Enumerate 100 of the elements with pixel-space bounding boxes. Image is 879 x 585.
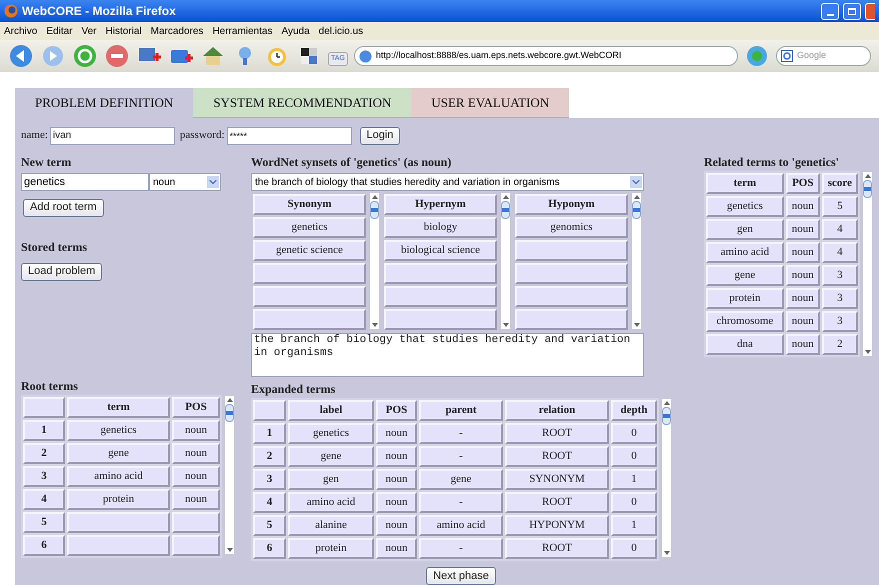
table-cell: ROOT [505, 446, 609, 467]
table-cell: ROOT [505, 423, 609, 444]
scrollbar[interactable] [661, 398, 672, 558]
minimize-button[interactable] [821, 2, 839, 20]
row-number: 4 [253, 492, 286, 513]
table-cell: genetics [706, 196, 784, 217]
tab[interactable]: PROBLEM DEFINITION [15, 88, 194, 118]
table-cell: HYPONYM [505, 515, 609, 536]
table-cell: biological science [384, 240, 497, 261]
column-header[interactable]: label [288, 400, 374, 421]
column-header[interactable]: parent [419, 400, 503, 421]
row-number: 6 [23, 535, 65, 556]
scrollbar[interactable] [631, 192, 642, 330]
table-cell: 5 [822, 196, 858, 217]
table-cell: 0 [611, 446, 657, 467]
load-problem-button[interactable]: Load problem [21, 262, 102, 280]
table-cell: gen [288, 469, 374, 490]
scrollbar[interactable] [224, 395, 235, 555]
table-cell: 3 [822, 288, 858, 309]
scrollbar[interactable] [369, 192, 380, 330]
menu-item[interactable]: Ver [81, 24, 96, 38]
stop-button[interactable] [104, 43, 130, 69]
table-cell: noun [376, 515, 417, 536]
column-header[interactable]: score [822, 173, 858, 194]
dropdown-icon [630, 176, 642, 188]
table-cell: 3 [822, 265, 858, 286]
section-title: Expanded terms [251, 381, 336, 398]
column-header[interactable]: Hyponym [515, 194, 628, 215]
column-header[interactable]: depth [611, 400, 657, 421]
menu-item[interactable]: Archivo [4, 24, 38, 38]
table-cell: ROOT [505, 538, 609, 559]
scrollbar[interactable] [862, 171, 873, 357]
column-header[interactable]: Synonym [253, 194, 366, 215]
back-button[interactable] [8, 43, 34, 69]
address-field[interactable]: http://localhost:8888/es.uam.eps.nets.webcore.gwt.WebCORI [354, 46, 738, 66]
column-header[interactable]: Hypernym [384, 194, 497, 215]
table-cell: 3 [822, 311, 858, 332]
table-cell: amino acid [288, 492, 374, 513]
browser-logo-icon [4, 4, 18, 18]
login-button[interactable]: Login [360, 126, 400, 144]
close-button[interactable] [865, 2, 875, 20]
table-cell: amino acid [706, 242, 784, 263]
password-field[interactable]: ***** [226, 126, 352, 144]
term-field[interactable]: genetics [21, 173, 149, 191]
column-header[interactable]: term [67, 397, 170, 418]
tab[interactable]: USER EVALUATION [411, 88, 570, 118]
column-header[interactable]: term [706, 173, 784, 194]
table-cell: 0 [611, 492, 657, 513]
password-label: password: [180, 128, 224, 144]
row-number: 3 [253, 469, 286, 490]
table-cell: genetics [253, 217, 366, 238]
menu-item[interactable]: del.icio.us [318, 24, 364, 38]
pos-select[interactable]: noun [149, 173, 221, 191]
row-number: 6 [253, 538, 286, 559]
table-cell: genomics [515, 217, 628, 238]
synset-select[interactable]: the branch of biology that studies heredity and variation in organisms [251, 173, 644, 191]
table-cell: 4 [822, 219, 858, 240]
column-header[interactable]: POS [172, 397, 220, 418]
table-cell: noun [786, 265, 820, 286]
tab[interactable]: SYSTEM RECOMMENDATION [193, 88, 412, 118]
reload-button[interactable] [72, 43, 98, 69]
scrollbar[interactable] [500, 192, 511, 330]
menu-item[interactable]: Marcadores [150, 24, 204, 38]
menu-item[interactable]: Herramientas [212, 24, 272, 38]
row-number: 5 [23, 512, 65, 533]
table-cell: amino acid [419, 515, 503, 536]
table-cell: gene [67, 443, 170, 464]
row-number: 1 [23, 420, 65, 441]
row-number: 4 [23, 489, 65, 510]
maximize-button[interactable] [843, 2, 861, 20]
table-cell: SYNONYM [505, 469, 609, 490]
column-header[interactable]: POS [786, 173, 820, 194]
add-root-term-button[interactable]: Add root term [23, 198, 104, 216]
table-cell: protein [288, 538, 374, 559]
table-cell: noun [376, 446, 417, 467]
table-cell: noun [376, 538, 417, 559]
table-cell: noun [786, 311, 820, 332]
table-cell: noun [172, 466, 220, 487]
column-header[interactable]: relation [505, 400, 609, 421]
table-cell: noun [786, 334, 820, 355]
next-phase-button[interactable]: Next phase [426, 567, 496, 585]
table-cell: - [419, 423, 503, 444]
table-cell: noun [172, 443, 220, 464]
menu-item[interactable]: Editar [46, 24, 72, 38]
table-cell: noun [376, 423, 417, 444]
name-field[interactable]: ivan [50, 126, 175, 144]
go-button[interactable] [744, 43, 770, 69]
table-cell: - [419, 492, 503, 513]
table-cell: genetic science [253, 240, 366, 261]
table-cell: genetics [67, 420, 170, 441]
section-title: New term [21, 154, 72, 171]
table-cell: alanine [288, 515, 374, 536]
table-cell: biology [384, 217, 497, 238]
column-header[interactable]: POS [376, 400, 417, 421]
menu-item[interactable]: Ayuda [281, 24, 310, 38]
row-number: 5 [253, 515, 286, 536]
menu-item[interactable]: Historial [106, 24, 142, 38]
table-cell: amino acid [67, 466, 170, 487]
table-cell: 0 [611, 538, 657, 559]
table-cell [172, 535, 220, 556]
